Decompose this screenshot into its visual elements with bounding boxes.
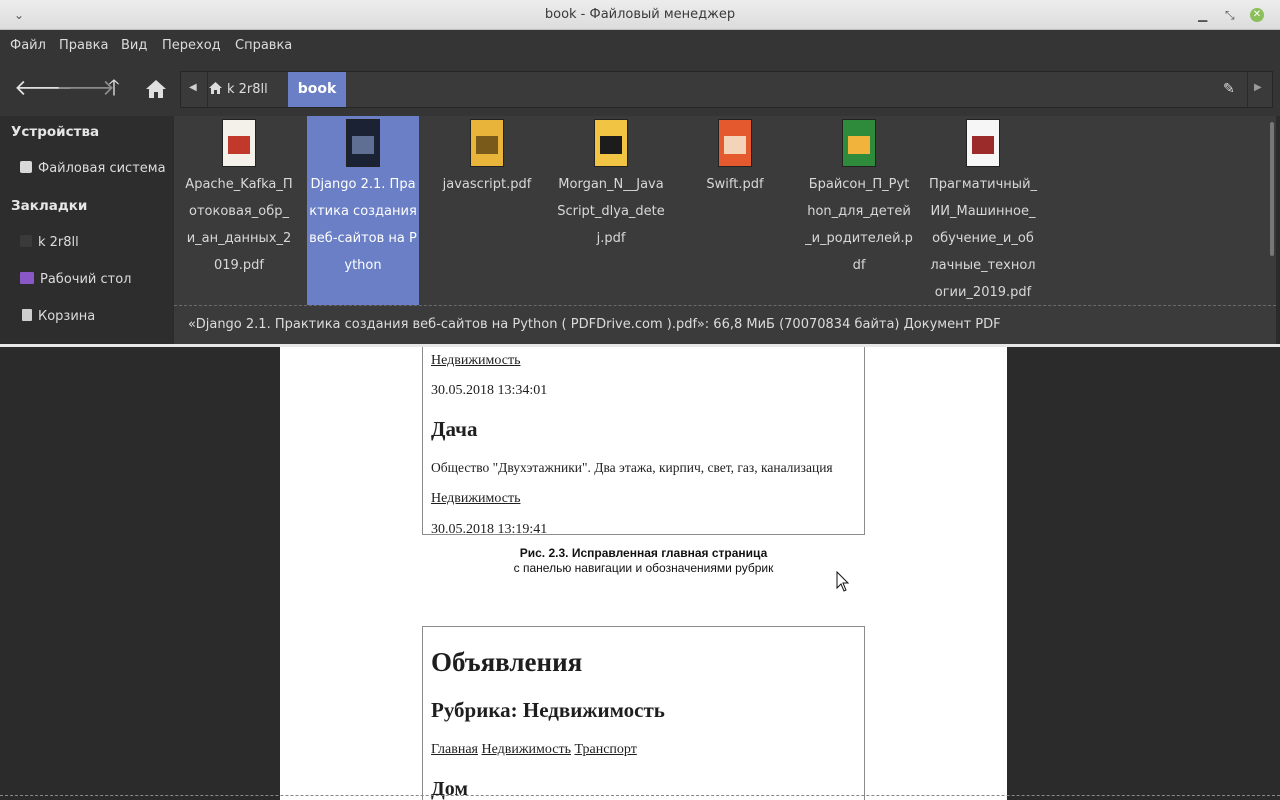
home-folder-icon: [20, 235, 32, 247]
box2-subtitle: Рубрика: Недвижимость: [431, 698, 665, 722]
page-screenshot-box-2: Объявления Рубрика: Недвижимость Главная…: [422, 626, 865, 800]
file-name: Брайсон_П_Python_для_детей_и_родителей.p…: [805, 177, 913, 273]
breadcrumb: ◀ k 2r8ll book ✎ ▶: [180, 71, 1273, 108]
breadcrumb-current[interactable]: book: [288, 72, 346, 107]
sidebar-item-label: Корзина: [38, 309, 96, 324]
sidebar-item-home[interactable]: k 2r8ll: [20, 235, 79, 250]
breadcrumb-right-arrow-icon[interactable]: ▶: [1254, 82, 1262, 93]
window-title: book - Файловый менеджер: [544, 7, 736, 22]
file-name: Morgan_N__JavaScript_dlya_detej.pdf: [557, 177, 665, 246]
breadcrumb-home-label: k 2r8ll: [227, 82, 268, 97]
file-name: Django 2.1. Практика создания веб-сайтов…: [309, 177, 417, 273]
sidebar-devices-header: Устройства: [11, 124, 100, 140]
file-item[interactable]: Прагматичный_ИИ_Машинное_обучение_и_обла…: [927, 116, 1039, 305]
home-icon[interactable]: [142, 75, 170, 103]
cover-art: [228, 136, 250, 154]
file-name: Apache_Kafka_Потоковая_обр_и_ан_данных_2…: [185, 177, 293, 273]
pdf-thumbnail-icon: [966, 119, 1000, 167]
box1-text: Общество "Двухэтажники". Два этажа, кирп…: [431, 460, 833, 475]
cover-art: [848, 136, 870, 154]
cover-art: [600, 136, 622, 154]
folder-icon: [20, 272, 34, 284]
file-item[interactable]: Swift.pdf: [679, 116, 791, 305]
file-item[interactable]: javascript.pdf: [431, 116, 543, 305]
page-screenshot-box-1: Недвижимость 30.05.2018 13:34:01 Дача Об…: [422, 347, 865, 537]
menu-view[interactable]: Вид: [121, 38, 147, 53]
up-arrow-icon[interactable]: 🡑: [100, 75, 128, 103]
breadcrumb-left-arrow-icon[interactable]: ◀: [189, 82, 197, 93]
file-item[interactable]: Morgan_N__JavaScript_dlya_detej.pdf: [555, 116, 667, 305]
box2-nav: Главная Недвижимость Транспорт: [431, 742, 637, 758]
edit-path-pencil-icon[interactable]: ✎: [1223, 81, 1235, 97]
toolbar: 🡐 🡒 🡑 ◀ k 2r8ll book ✎ ▶: [0, 61, 1280, 116]
breadcrumb-divider-right: [1247, 72, 1248, 107]
minimize-icon[interactable]: ▁: [1198, 7, 1207, 23]
cover-art: [352, 136, 374, 154]
sidebar-item-filesystem[interactable]: Файловая система: [20, 161, 166, 176]
pdf-thumbnail-icon: [346, 119, 380, 167]
restore-icon[interactable]: ⤡: [1225, 7, 1235, 23]
file-name: Прагматичный_ИИ_Машинное_обучение_и_обла…: [929, 177, 1038, 300]
sidebar-bookmarks-header: Закладки: [11, 198, 88, 214]
breadcrumb-divider: [207, 72, 208, 107]
pdf-page: Недвижимость 30.05.2018 13:34:01 Дача Об…: [280, 347, 1007, 800]
box2-nav-link: Транспорт: [574, 742, 637, 757]
forward-arrow-icon[interactable]: 🡒: [56, 75, 115, 103]
box1-link-1: Недвижимость: [431, 353, 521, 368]
mouse-pointer-icon: [836, 571, 850, 592]
pdf-thumbnail-icon: [842, 119, 876, 167]
sidebar-item-label: Рабочий стол: [40, 272, 132, 287]
back-arrow-icon[interactable]: 🡐: [14, 75, 73, 103]
bottom-border: [0, 795, 1280, 797]
file-name: Swift.pdf: [706, 177, 764, 192]
sidebar: Устройства Файловая система Закладки k 2…: [0, 116, 173, 343]
figure-caption-line-1: Рис. 2.3. Исправленная главная страница: [519, 546, 768, 560]
sidebar-item-label: k 2r8ll: [38, 235, 79, 250]
file-item[interactable]: Брайсон_П_Python_для_детей_и_родителей.p…: [803, 116, 915, 305]
file-name: javascript.pdf: [442, 177, 532, 192]
trash-icon: [22, 309, 32, 321]
preview-pane: Недвижимость 30.05.2018 13:34:01 Дача Об…: [0, 347, 1280, 800]
pdf-thumbnail-icon: [594, 119, 628, 167]
box2-nav-link: Недвижимость: [481, 742, 571, 757]
window-titlebar: ⌄ book - Файловый менеджер ▁ ⤡ ✕: [0, 0, 1280, 30]
figure-caption-line-2: с панелью навигации и обозначениями рубр…: [513, 561, 774, 575]
breadcrumb-home[interactable]: k 2r8ll: [209, 72, 268, 107]
sidebar-item-label: Файловая система: [38, 161, 166, 176]
menu-go[interactable]: Переход: [162, 38, 221, 53]
box2-title: Объявления: [431, 647, 583, 677]
file-grid: Apache_Kafka_Потоковая_обр_и_ан_данных_2…: [174, 116, 1276, 306]
pdf-thumbnail-icon: [470, 119, 504, 167]
sidebar-item-trash[interactable]: Корзина: [20, 309, 95, 324]
close-icon[interactable]: ✕: [1250, 8, 1264, 22]
menu-bar: Файл Правка Вид Переход Справка: [0, 30, 1280, 61]
sidebar-item-desktop[interactable]: Рабочий стол: [20, 272, 131, 287]
cover-art: [476, 136, 498, 154]
file-item-selected[interactable]: Django 2.1. Практика создания веб-сайтов…: [307, 116, 419, 305]
breadcrumb-home-icon: [209, 82, 222, 94]
box1-date-1: 30.05.2018 13:34:01: [431, 383, 548, 398]
menu-help[interactable]: Справка: [235, 38, 292, 53]
box2-nav-link: Главная: [431, 742, 478, 757]
pdf-thumbnail-icon: [222, 119, 256, 167]
menu-edit[interactable]: Правка: [59, 38, 108, 53]
cover-art: [724, 136, 746, 154]
menu-file[interactable]: Файл: [10, 38, 46, 53]
file-grid-scrollbar[interactable]: [1270, 122, 1274, 256]
file-item[interactable]: Apache_Kafka_Потоковая_обр_и_ан_данных_2…: [183, 116, 295, 305]
drive-icon: [20, 161, 32, 173]
box1-link-2: Недвижимость: [431, 491, 521, 506]
status-bar: «Django 2.1. Практика создания веб-сайто…: [174, 306, 1276, 344]
pdf-thumbnail-icon: [718, 119, 752, 167]
box1-heading: Дача: [431, 417, 478, 441]
cover-art: [972, 136, 994, 154]
box1-date-2: 30.05.2018 13:19:41: [431, 522, 548, 537]
